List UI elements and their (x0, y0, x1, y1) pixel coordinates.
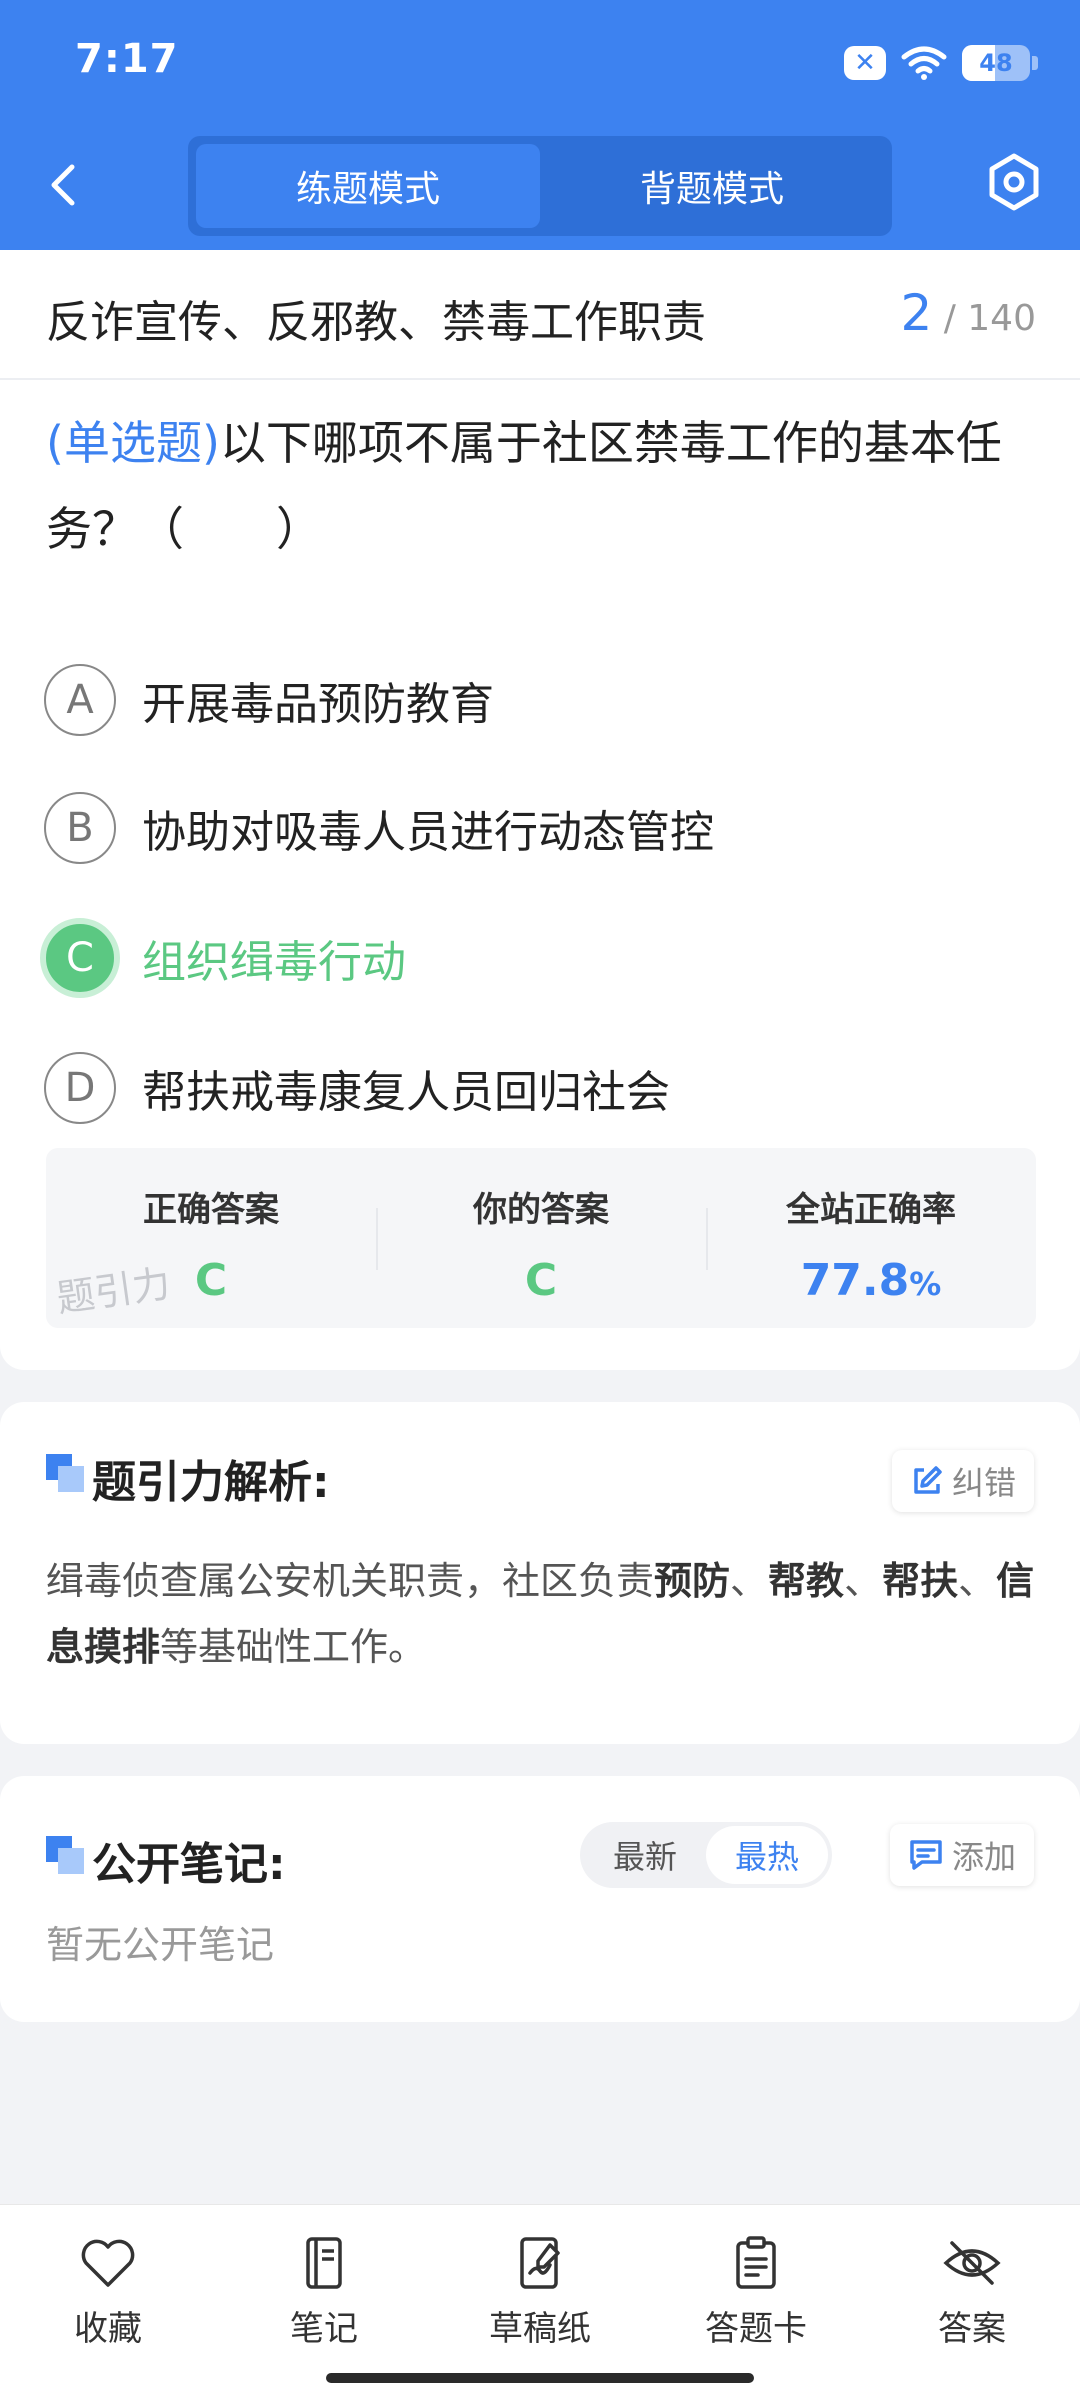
question-card: 反诈宣传、反邪教、禁毒工作职责 2 / 140 (单选题)以下哪项不属于社区禁毒… (0, 250, 1080, 1370)
analysis-keyword: 预防 (654, 1559, 731, 1603)
tab-memorize-mode[interactable]: 背题模式 (540, 144, 884, 228)
option-text: 协助对吸毒人员进行动态管控 (142, 807, 714, 858)
option-letter: C (40, 918, 120, 998)
settings-hexagon-icon (989, 153, 1039, 211)
report-error-label: 纠错 (951, 1464, 1016, 1502)
answer-card-button[interactable]: 答题卡 (666, 2235, 846, 2350)
option-d[interactable]: D 帮扶戒毒康复人员回归社会 (44, 1048, 1034, 1128)
status-bar: 7:17 ✕ 48 (0, 0, 1080, 120)
accuracy-rate-stat: 全站正确率 77.8% (706, 1148, 1036, 1328)
comment-icon (910, 1840, 942, 1870)
stat-label: 你的答案 (473, 1190, 609, 1230)
nav-label: 答题卡 (705, 2309, 807, 2349)
tab-practice-mode[interactable]: 练题模式 (196, 144, 540, 228)
topic-row: 反诈宣传、反邪教、禁毒工作职责 2 / 140 (0, 250, 1080, 380)
question-text: (单选题)以下哪项不属于社区禁毒工作的基本任务？（ ） (46, 400, 1036, 572)
show-answer-button[interactable]: 答案 (882, 2235, 1062, 2350)
section-icon (46, 1454, 84, 1492)
rate-unit: % (909, 1265, 942, 1303)
back-button[interactable] (40, 155, 90, 215)
answer-stats: 正确答案 C 题引力 你的答案 C 全站正确率 77.8% (46, 1148, 1036, 1328)
question-type: (单选题) (46, 416, 220, 470)
topic-title: 反诈宣传、反邪教、禁毒工作职责 (46, 297, 706, 348)
nav-label: 答案 (938, 2309, 1006, 2349)
bottom-toolbar: 收藏 笔记 草稿纸 答题卡 答案 (0, 2204, 1080, 2400)
mode-switch: 练题模式 背题模式 (188, 136, 892, 236)
analysis-title: 题引力解析: (92, 1457, 330, 1508)
battery-indicator: 48 (962, 45, 1038, 81)
chevron-left-icon (51, 164, 75, 206)
add-note-label: 添加 (951, 1838, 1016, 1876)
analysis-text: 缉毒侦查属公安机关职责，社区负责预防、帮教、帮扶、信息摸排等基础性工作。 (46, 1548, 1036, 1680)
battery-level: 48 (979, 49, 1013, 77)
notes-title: 公开笔记: (92, 1839, 286, 1890)
stat-label: 全站正确率 (786, 1190, 956, 1230)
nfc-icon: ✕ (844, 46, 886, 80)
nav-label: 笔记 (290, 2309, 358, 2349)
analysis-segment: 、 (844, 1559, 883, 1603)
stat-label: 正确答案 (143, 1190, 279, 1230)
edit-icon (914, 1466, 942, 1494)
wifi-icon (901, 46, 947, 80)
current-question-number: 2 (900, 284, 933, 342)
sort-hot-tab[interactable]: 最热 (706, 1826, 828, 1884)
eye-off-icon (943, 2241, 1001, 2285)
your-answer-value: C (524, 1255, 558, 1306)
analysis-card: 题引力解析: 纠错 缉毒侦查属公安机关职责，社区负责预防、帮教、帮扶、信息摸排等… (0, 1402, 1080, 1744)
option-letter: D (44, 1052, 116, 1124)
add-note-button[interactable]: 添加 (889, 1824, 1034, 1886)
section-icon (46, 1836, 84, 1874)
option-letter: B (44, 792, 116, 864)
question-counter: 2 / 140 (900, 284, 1036, 342)
option-text: 开展毒品预防教育 (142, 679, 494, 730)
draft-paper-button[interactable]: 草稿纸 (450, 2235, 630, 2350)
option-text: 帮扶戒毒康复人员回归社会 (142, 1067, 670, 1118)
analysis-segment: 等基础性工作。 (160, 1625, 427, 1669)
correct-answer-stat: 正确答案 C 题引力 (46, 1148, 376, 1328)
total-questions: / 140 (943, 298, 1036, 339)
heart-icon (81, 2239, 135, 2287)
settings-button[interactable] (984, 150, 1044, 214)
favorite-button[interactable]: 收藏 (18, 2235, 198, 2350)
status-time: 7:17 (75, 36, 179, 82)
notes-sort-tabs: 最新 最热 (580, 1822, 832, 1888)
option-letter: A (44, 664, 116, 736)
nav-label: 草稿纸 (489, 2309, 591, 2349)
rate-number: 77.8 (800, 1255, 910, 1306)
report-error-button[interactable]: 纠错 (891, 1450, 1034, 1512)
accuracy-rate-value: 77.8% (706, 1255, 1036, 1306)
option-text: 组织缉毒行动 (142, 937, 406, 988)
sort-latest-tab[interactable]: 最新 (584, 1826, 706, 1884)
home-indicator[interactable] (326, 2373, 754, 2383)
analysis-keyword: 帮教 (768, 1559, 845, 1603)
analysis-segment: 缉毒侦查属公安机关职责，社区负责 (46, 1559, 655, 1603)
option-a[interactable]: A 开展毒品预防教育 (44, 660, 1034, 740)
draft-icon (520, 2237, 560, 2289)
status-icons: ✕ 48 (844, 40, 1038, 86)
app-header: 7:17 ✕ 48 练题模式 背题模式 (0, 0, 1080, 250)
analysis-keyword: 帮扶 (882, 1559, 959, 1603)
analysis-segment: 、 (730, 1559, 769, 1603)
answer-card-icon (736, 2236, 776, 2289)
option-c[interactable]: C 组织缉毒行动 (40, 918, 1034, 998)
public-notes-card: 公开笔记: 最新 最热 添加 暂无公开笔记 (0, 1776, 1080, 2022)
empty-notes-text: 暂无公开笔记 (46, 1923, 275, 1967)
notebook-icon (306, 2237, 342, 2289)
your-answer-stat: 你的答案 C (376, 1148, 706, 1328)
notes-button[interactable]: 笔记 (234, 2235, 414, 2350)
analysis-segment: 、 (958, 1559, 997, 1603)
nav-label: 收藏 (74, 2309, 142, 2349)
option-b[interactable]: B 协助对吸毒人员进行动态管控 (44, 788, 1034, 868)
